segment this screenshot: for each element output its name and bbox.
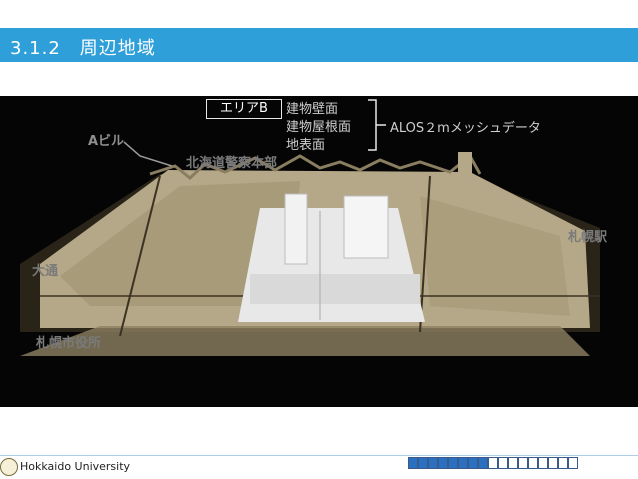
slide-progress <box>408 457 578 469</box>
progress-square <box>528 457 538 469</box>
progress-square <box>448 457 458 469</box>
terrain-front <box>20 326 590 356</box>
university-logo-icon <box>0 458 18 476</box>
footer-divider <box>0 455 638 456</box>
progress-square <box>548 457 558 469</box>
area-b-block <box>238 208 425 322</box>
building-tall-left <box>284 193 308 265</box>
progress-square <box>458 457 468 469</box>
progress-square <box>478 457 488 469</box>
progress-square <box>438 457 448 469</box>
label-city-hall: 札幌市役所 <box>36 336 102 351</box>
progress-square <box>498 457 508 469</box>
layer-ground: 地表面 <box>286 138 326 153</box>
label-station: 札幌駅 <box>568 230 608 245</box>
progress-square <box>418 457 428 469</box>
footer-org: Hokkaido University <box>20 460 131 473</box>
layer-roof: 建物屋根面 <box>286 120 352 135</box>
layers-bracket <box>368 99 377 151</box>
progress-square <box>518 457 528 469</box>
label-police: 北海道警察本部 <box>186 156 278 171</box>
progress-square <box>558 457 568 469</box>
title-bar: 3.1.2 周辺地域 <box>0 28 638 62</box>
progress-square <box>488 457 498 469</box>
area-b-lower <box>250 274 420 304</box>
label-odori: 大通 <box>32 264 59 279</box>
progress-square <box>428 457 438 469</box>
terrain-figure: エリアB 建物壁面 建物屋根面 地表面 ALOS２mメッシュデータ Aビル 北海… <box>0 96 638 407</box>
progress-square <box>568 457 578 469</box>
area-b-label: エリアB <box>206 99 282 119</box>
building-tall-right <box>343 195 389 259</box>
layer-wall: 建物壁面 <box>286 102 339 117</box>
dataset-label: ALOS２mメッシュデータ <box>390 121 541 136</box>
progress-square <box>538 457 548 469</box>
progress-square <box>408 457 418 469</box>
progress-square <box>508 457 518 469</box>
label-a-building: Aビル <box>88 134 125 149</box>
a-building-leader <box>123 141 173 167</box>
progress-square <box>468 457 478 469</box>
slide-title: 3.1.2 周辺地域 <box>10 38 156 59</box>
tower-right <box>458 152 472 178</box>
